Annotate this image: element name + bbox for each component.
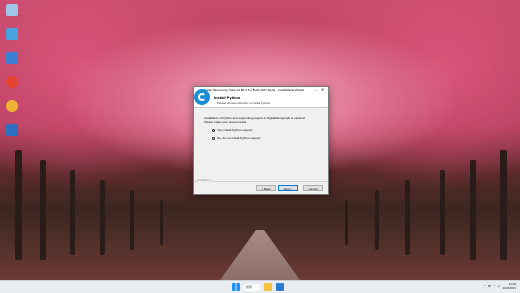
dialog-titlebar[interactable]: Gatan Microscopy Suite 64 Bit 3.5.2 Buil…	[194, 87, 328, 93]
desktop-icon-network[interactable]	[3, 124, 21, 144]
header-subtitle: Please choose whether to install Python.	[217, 101, 272, 105]
start-windows-icon[interactable]	[232, 283, 240, 291]
taskbar-center: 搜索	[230, 283, 286, 291]
installshield-wizard-dialog: Gatan Microscopy Suite 64 Bit 3.5.2 Buil…	[193, 86, 329, 195]
radio-skip-python[interactable]: No, do not install Python support	[212, 136, 318, 140]
file-explorer-icon[interactable]	[264, 283, 272, 291]
desktop-icon-recycle-bin[interactable]	[3, 4, 21, 24]
radio-label: Yes, install Python support	[217, 128, 253, 132]
wifi-icon[interactable]: ◠	[493, 284, 496, 288]
chrome-icon	[6, 76, 18, 88]
radio-selected-icon[interactable]	[212, 128, 215, 132]
clock[interactable]: 13:09 2024/8/19	[503, 282, 516, 290]
computer-icon	[6, 28, 18, 40]
network-icon	[6, 124, 18, 136]
dialog-title: Gatan Microscopy Suite 64 Bit 3.5.2 Buil…	[204, 88, 305, 92]
radio-unselected-icon[interactable]	[212, 136, 215, 140]
folder-icon	[6, 52, 18, 64]
system-tray: ^ 中 ◠ ◁ 13:09 2024/8/19	[482, 282, 516, 290]
cancel-button[interactable]: Cancel	[303, 185, 323, 191]
app-icon	[6, 100, 18, 112]
chevron-up-icon[interactable]: ^	[484, 284, 485, 288]
desktop-icon-app[interactable]	[3, 100, 21, 120]
minimize-icon[interactable]: –	[312, 87, 319, 93]
desktop-icon-chrome[interactable]	[3, 76, 21, 96]
header-title: Install Python	[214, 95, 241, 100]
dialog-header: Install Python Please choose whether to …	[194, 93, 328, 108]
clock-date: 2024/8/19	[502, 286, 516, 290]
radio-label: No, do not install Python support	[217, 136, 261, 140]
dialog-body: Installation of Python and supporting pl…	[194, 108, 328, 140]
input-language[interactable]: 中	[488, 284, 491, 288]
taskbar: 搜索 ^ 中 ◠ ◁ 13:09 2024/8/19	[0, 280, 520, 293]
recycle-bin-icon	[6, 4, 18, 16]
desktop-icon-folder[interactable]	[3, 52, 21, 72]
back-button[interactable]: < Back	[256, 185, 276, 191]
close-icon[interactable]: ✕	[319, 87, 326, 93]
dialog-footer: InstallShield < Back Next > Cancel	[194, 179, 328, 194]
taskbar-search[interactable]: 搜索	[244, 283, 260, 291]
volume-icon[interactable]: ◁	[497, 284, 499, 288]
description-text: Installation of Python and supporting pl…	[204, 116, 306, 124]
desktop-icons	[3, 4, 21, 148]
installshield-brand: InstallShield	[197, 179, 212, 182]
next-button[interactable]: Next >	[278, 185, 298, 191]
installer-taskbar-icon[interactable]	[276, 283, 284, 291]
radio-install-python[interactable]: Yes, install Python support	[212, 128, 318, 132]
gatan-logo-icon	[194, 89, 210, 105]
desktop-icon-computer[interactable]	[3, 28, 21, 48]
